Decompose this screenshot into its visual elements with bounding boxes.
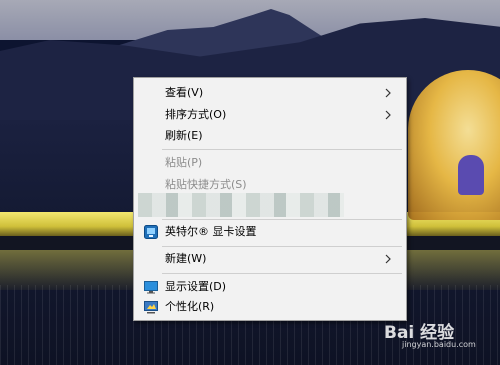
menu-item-display-settings[interactable]: 显示设置(D) [136,276,404,298]
menu-item-intel-graphics-settings[interactable]: 英特尔® 显卡设置 [136,221,404,243]
menu-item-refresh[interactable]: 刷新(E) [136,125,404,147]
menu-item-label: 个性化(R) [165,300,215,313]
menu-separator [162,219,402,220]
wallpaper-person [458,155,484,195]
menu-item-label: 排序方式(O) [165,108,227,121]
menu-item-label: 显示设置(D) [165,280,227,293]
personalize-icon [144,301,158,314]
menu-item-paste[interactable]: 粘贴(P) [136,152,404,174]
menu-separator [162,246,402,247]
desktop-context-menu: 查看(V) 排序方式(O) 刷新(E) 粘贴(P) 粘贴快捷方式(S) 英特尔®… [133,77,407,321]
menu-item-label: 英特尔® 显卡设置 [165,225,257,238]
chevron-right-icon [385,110,391,120]
menu-separator [162,273,402,274]
blurred-menu-item[interactable] [138,193,344,217]
chevron-right-icon [385,254,391,264]
wallpaper-glowing-bubble-tent [408,70,500,220]
menu-item-sort-by[interactable]: 排序方式(O) [136,104,404,126]
menu-item-personalize[interactable]: 个性化(R) [136,296,404,318]
menu-separator [162,149,402,150]
menu-item-new[interactable]: 新建(W) [136,248,404,270]
display-settings-icon [144,281,158,294]
menu-item-label: 刷新(E) [165,129,203,142]
menu-item-label: 粘贴快捷方式(S) [165,178,247,191]
menu-item-label: 新建(W) [165,252,207,265]
menu-item-label: 查看(V) [165,86,204,99]
chevron-right-icon [385,88,391,98]
watermark-url: jingyan.baidu.com [402,340,476,349]
intel-graphics-icon [144,225,158,239]
menu-item-view[interactable]: 查看(V) [136,82,404,104]
menu-item-label: 粘贴(P) [165,156,203,169]
